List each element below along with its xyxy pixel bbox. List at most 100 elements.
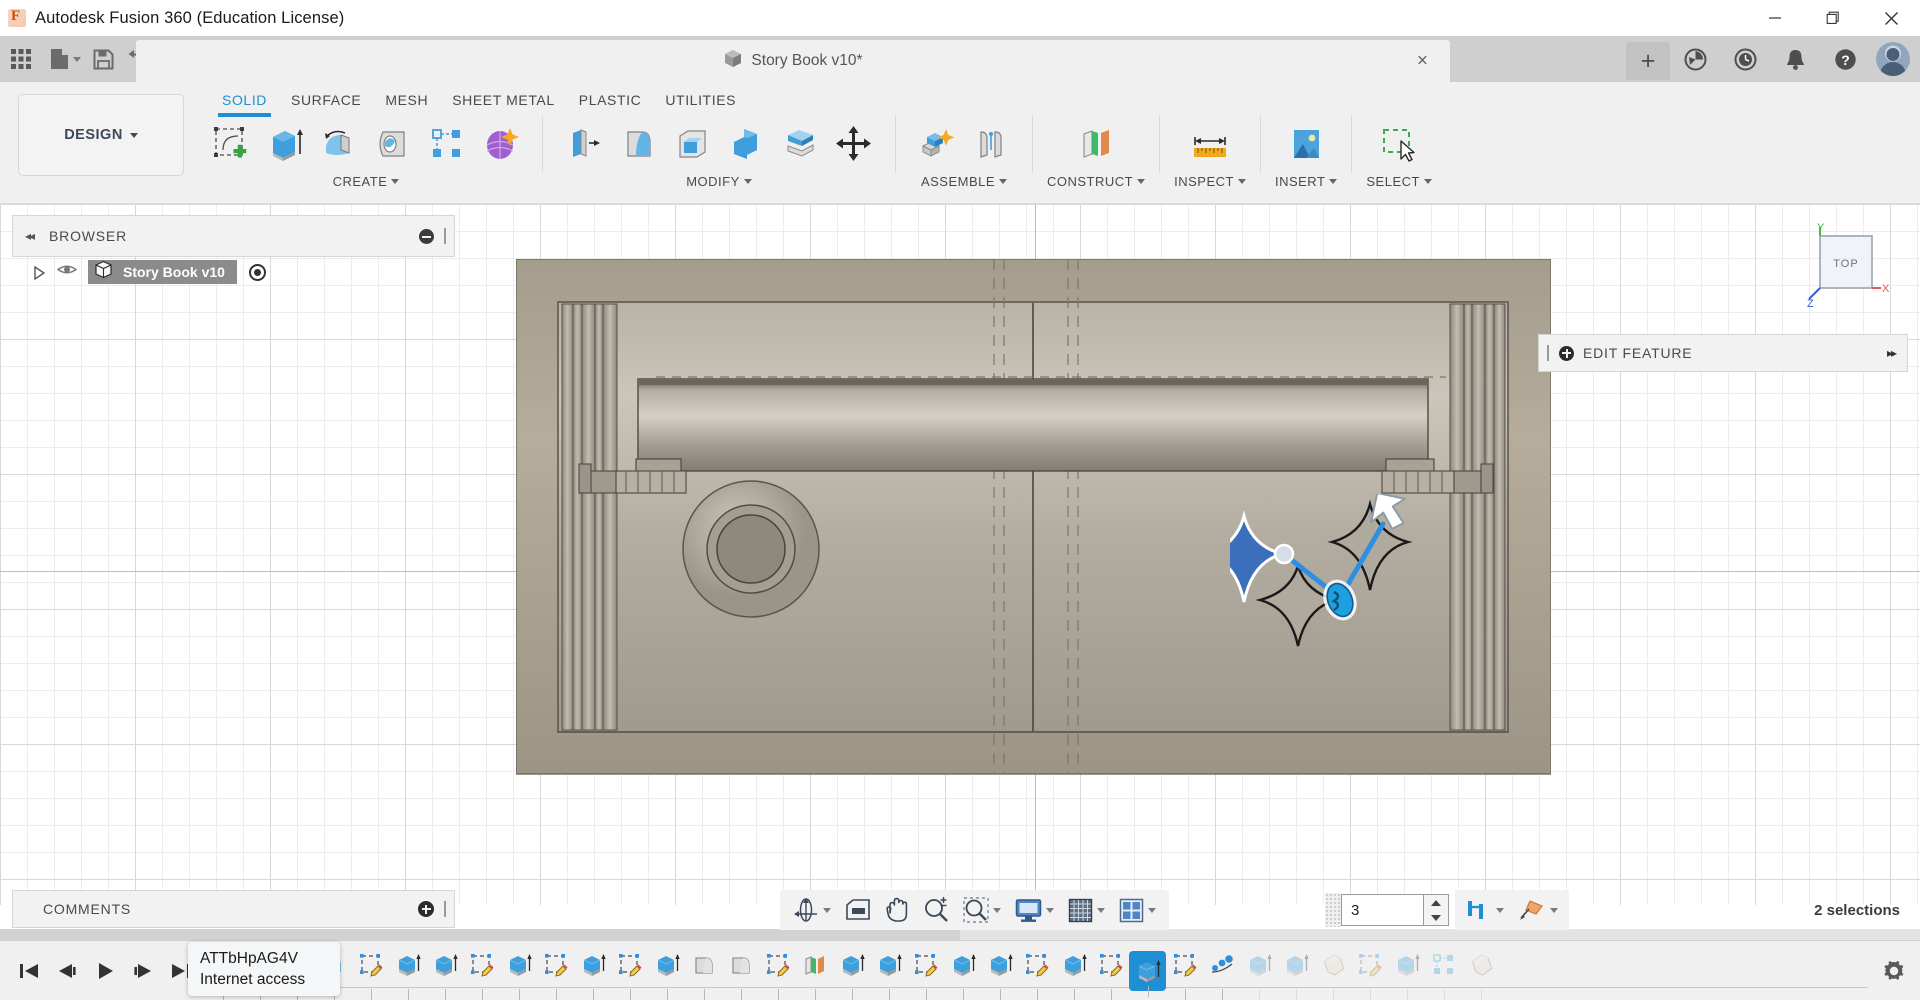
viewports-icon[interactable] bbox=[1112, 890, 1163, 930]
hole-icon[interactable] bbox=[366, 118, 420, 170]
document-tab[interactable]: Story Book v10* × bbox=[136, 40, 1450, 82]
avatar[interactable] bbox=[1876, 42, 1910, 76]
shell-icon[interactable] bbox=[665, 118, 719, 170]
pattern-icon[interactable] bbox=[420, 118, 474, 170]
chevron-down-icon[interactable] bbox=[993, 907, 1001, 913]
notification-bell-icon[interactable] bbox=[1770, 36, 1820, 82]
close-icon[interactable]: × bbox=[1417, 52, 1428, 71]
chevron-down-icon[interactable] bbox=[1148, 907, 1156, 913]
visibility-eye-icon[interactable] bbox=[56, 263, 78, 281]
timeline-feature-extrude[interactable] bbox=[833, 948, 870, 1000]
zoom-window-icon[interactable] bbox=[956, 890, 1008, 930]
timeline-feature-sketch[interactable] bbox=[611, 948, 648, 1000]
chevron-down-icon[interactable] bbox=[999, 179, 1008, 184]
panel-grip-icon[interactable] bbox=[1547, 345, 1549, 361]
create-sketch-icon[interactable] bbox=[204, 118, 258, 170]
timeline-settings-gear-icon[interactable] bbox=[1868, 958, 1920, 984]
timeline-feature-extrude[interactable] bbox=[870, 948, 907, 1000]
recent-clock-icon[interactable] bbox=[1720, 36, 1770, 82]
chevron-down-icon[interactable] bbox=[1097, 907, 1105, 913]
timeline-feature-extrude[interactable] bbox=[648, 948, 685, 1000]
timeline-feature-sketch[interactable] bbox=[1351, 948, 1388, 1000]
viewport-canvas[interactable]: TOP Z Y X bbox=[0, 204, 1920, 905]
timeline-feature-sketch[interactable] bbox=[759, 948, 796, 1000]
minimize-panel-icon[interactable] bbox=[419, 228, 434, 244]
timeline-feature-sketch[interactable] bbox=[463, 948, 500, 1000]
timeline-feature-extrude[interactable] bbox=[426, 948, 463, 1000]
view-cube[interactable]: TOP Z Y X bbox=[1796, 222, 1892, 318]
offset-plane-icon[interactable] bbox=[1069, 118, 1123, 170]
chevron-down-icon[interactable] bbox=[1496, 907, 1504, 913]
tab-sheet-metal[interactable]: SHEET METAL bbox=[440, 86, 567, 116]
timeline-feature-sketch[interactable] bbox=[537, 948, 574, 1000]
go-to-beginning-icon[interactable] bbox=[10, 951, 48, 991]
arrow-manipulator-gizmo[interactable] bbox=[1200, 491, 1430, 694]
timeline-feature-sketch[interactable] bbox=[907, 948, 944, 1000]
insert-image-icon[interactable] bbox=[1279, 118, 1333, 170]
timeline-feature-sketch[interactable] bbox=[352, 948, 389, 1000]
zoom-icon[interactable] bbox=[916, 890, 956, 930]
new-tab-button[interactable]: + bbox=[1626, 42, 1670, 80]
timeline-feature-pattern[interactable] bbox=[1425, 948, 1462, 1000]
select-window-icon[interactable] bbox=[1372, 118, 1426, 170]
tab-utilities[interactable]: UTILITIES bbox=[653, 86, 748, 116]
chevron-down-icon[interactable] bbox=[391, 179, 400, 184]
timeline-feature-extrude[interactable] bbox=[981, 948, 1018, 1000]
timeline-feature-chamfer[interactable] bbox=[1462, 948, 1499, 1000]
grid-snaps-icon[interactable] bbox=[1061, 890, 1112, 930]
expand-triangle-icon[interactable] bbox=[34, 265, 45, 280]
pan-icon[interactable] bbox=[878, 890, 916, 930]
timeline-feature-extrude[interactable] bbox=[1388, 948, 1425, 1000]
tab-plastic[interactable]: PLASTIC bbox=[567, 86, 654, 116]
edit-feature-panel[interactable]: EDIT FEATURE ▸▸ bbox=[1538, 334, 1908, 372]
chevron-down-icon[interactable] bbox=[1329, 179, 1338, 184]
snap-stepper[interactable] bbox=[1423, 894, 1449, 926]
chevron-down-icon[interactable] bbox=[1137, 179, 1146, 184]
minimize-button[interactable] bbox=[1746, 0, 1804, 36]
activate-component-icon[interactable] bbox=[248, 263, 266, 281]
timeline-feature-fillet[interactable] bbox=[722, 948, 759, 1000]
extension-icon[interactable] bbox=[1670, 36, 1720, 82]
joint-icon[interactable] bbox=[964, 118, 1018, 170]
tab-mesh[interactable]: MESH bbox=[373, 86, 440, 116]
display-settings-icon[interactable] bbox=[1008, 890, 1061, 930]
effects-icon[interactable] bbox=[1511, 890, 1565, 930]
step-forward-icon[interactable] bbox=[124, 951, 162, 991]
timeline-feature-chamfer[interactable] bbox=[1314, 948, 1351, 1000]
orbit-icon[interactable] bbox=[786, 890, 838, 930]
play-icon[interactable] bbox=[86, 951, 124, 991]
timeline-feature-fillet[interactable] bbox=[685, 948, 722, 1000]
stepper-down-button[interactable] bbox=[1424, 910, 1448, 925]
browser-node-story-book[interactable]: Story Book v10 bbox=[88, 260, 237, 284]
timeline-feature-extrude[interactable] bbox=[1240, 948, 1277, 1000]
stepper-up-button[interactable] bbox=[1424, 895, 1448, 910]
collapse-left-icon[interactable]: ◂◂ bbox=[25, 229, 35, 243]
timeline-feature-extrude[interactable] bbox=[1055, 948, 1092, 1000]
new-component-icon[interactable] bbox=[910, 118, 964, 170]
drag-handle-icon[interactable] bbox=[1325, 893, 1341, 927]
move-copy-icon[interactable] bbox=[827, 118, 881, 170]
help-icon[interactable]: ? bbox=[1820, 36, 1870, 82]
look-at-icon[interactable] bbox=[838, 890, 878, 930]
timeline-track[interactable] bbox=[204, 941, 1868, 1000]
combine-icon[interactable] bbox=[719, 118, 773, 170]
timeline-feature-sketch[interactable] bbox=[1092, 948, 1129, 1000]
comments-panel[interactable]: COMMENTS bbox=[12, 890, 455, 928]
browser-root-row[interactable]: Story Book v10 bbox=[12, 258, 455, 286]
snap-value-input[interactable]: 3 bbox=[1341, 894, 1423, 926]
step-back-icon[interactable] bbox=[48, 951, 86, 991]
chevron-down-icon[interactable] bbox=[743, 179, 752, 184]
timeline-feature-sketch[interactable] bbox=[1166, 948, 1203, 1000]
form-icon[interactable] bbox=[474, 118, 528, 170]
panel-grip-icon[interactable] bbox=[444, 901, 446, 917]
chevron-down-icon[interactable] bbox=[73, 56, 81, 62]
app-grid-button[interactable] bbox=[0, 36, 44, 82]
expand-right-icon[interactable]: ▸▸ bbox=[1887, 346, 1897, 360]
timeline-scrollbar[interactable] bbox=[0, 929, 1920, 940]
chevron-down-icon[interactable] bbox=[1423, 179, 1432, 184]
chevron-down-icon[interactable] bbox=[1550, 907, 1558, 913]
chevron-down-icon[interactable] bbox=[1237, 179, 1246, 184]
panel-grip-icon[interactable] bbox=[444, 228, 446, 244]
chevron-down-icon[interactable] bbox=[823, 907, 831, 913]
new-file-button[interactable] bbox=[44, 36, 87, 82]
